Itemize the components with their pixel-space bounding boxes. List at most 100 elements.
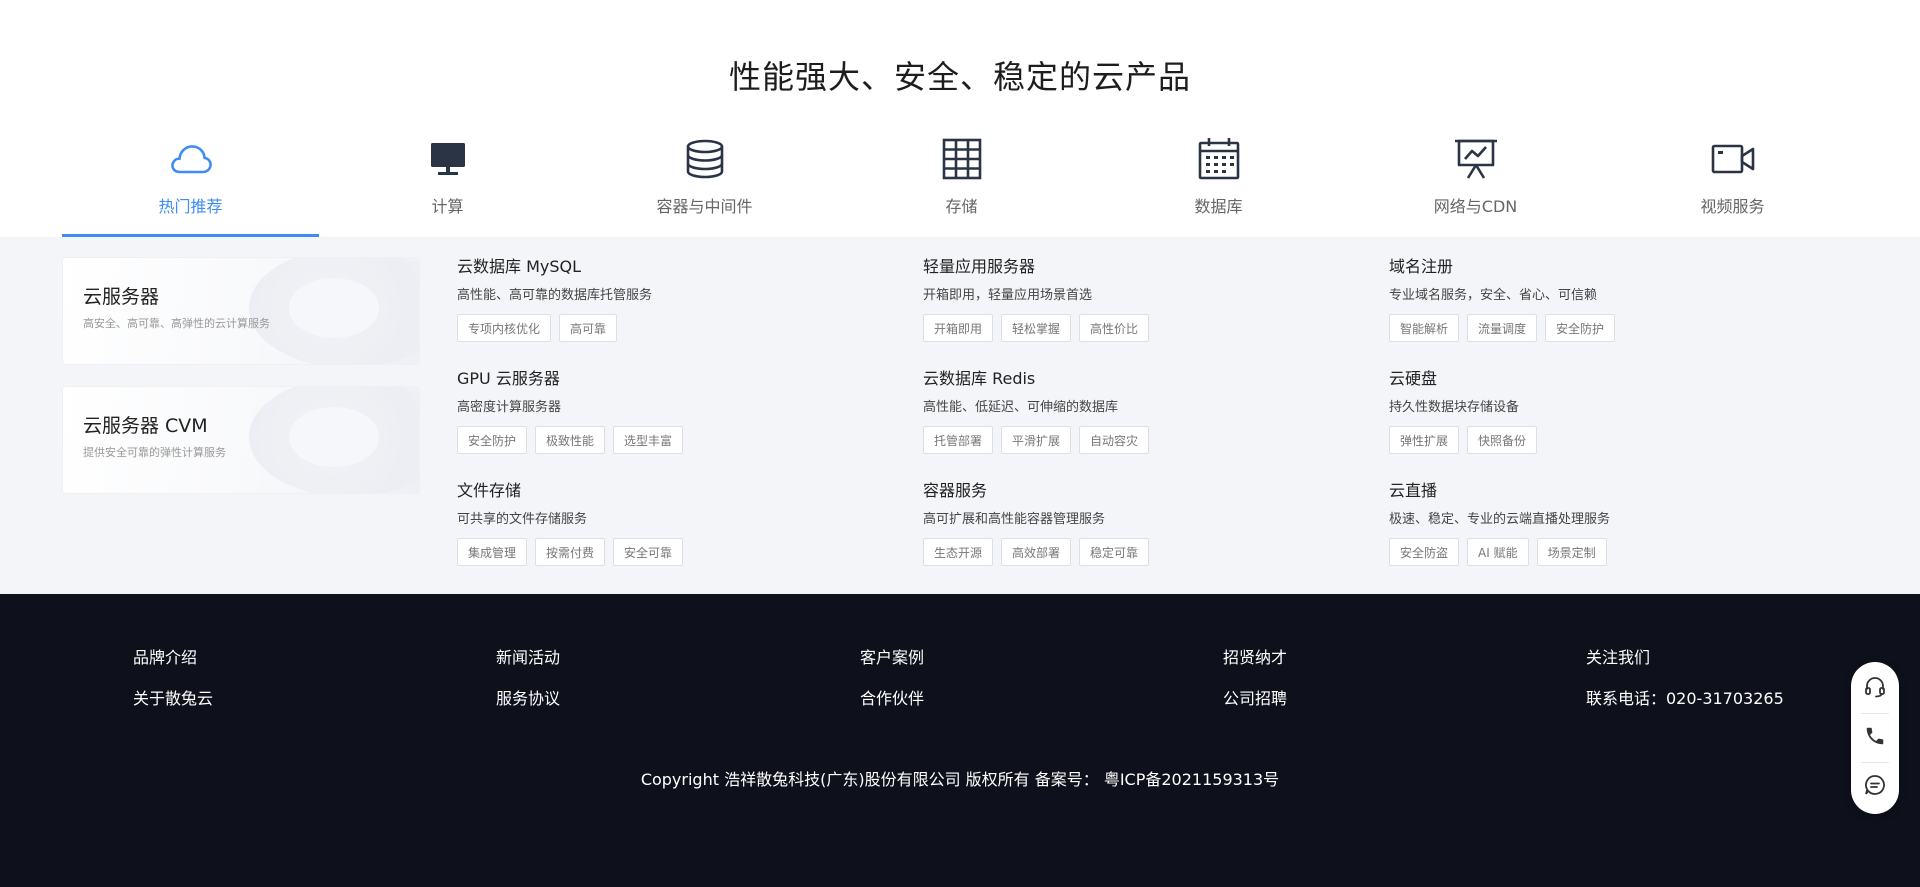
floating-contact-widget [1851, 662, 1899, 814]
product-tag[interactable]: 平滑扩展 [1001, 426, 1072, 454]
tab-label: 存储 [945, 197, 978, 216]
headset-icon [1863, 675, 1887, 703]
product-tag[interactable]: 生态开源 [923, 538, 994, 566]
product-tag[interactable]: 开箱即用 [923, 314, 994, 342]
footer-link-news[interactable]: 新闻活动 [496, 644, 560, 668]
product-tag[interactable]: 轻松掌握 [1001, 314, 1072, 342]
product-tag[interactable]: 流量调度 [1467, 314, 1538, 342]
product-tag[interactable]: 安全防护 [1545, 314, 1616, 342]
footer-link-follow-us[interactable]: 关注我们 [1586, 644, 1650, 668]
product-panel: 云服务器 高安全、高可靠、高弹性的云计算服务 云服务器 CVM 提供安全可靠的弹… [0, 237, 1920, 594]
footer: 品牌介绍 关于散兔云 新闻活动 服务协议 客户案例 合作伙伴 招贤纳才 公司招聘… [0, 594, 1920, 887]
copyright: Copyright 浩祥散兔科技(广东)股份有限公司 版权所有 备案号： 粤IC… [640, 770, 1280, 789]
grid-storage-icon [938, 135, 986, 183]
product-container-service: 容器服务 高可扩展和高性能容器管理服务 生态开源 高效部署 稳定可靠 [923, 480, 1343, 566]
phone-icon [1864, 725, 1886, 751]
footer-link-service-agreement[interactable]: 服务协议 [496, 685, 560, 709]
product-desc: 极速、稳定、专业的云端直播处理服务 [1389, 512, 1611, 527]
product-desc: 高性能、低延迟、可伸缩的数据库 [923, 400, 1119, 415]
tab-label: 数据库 [1194, 197, 1243, 216]
product-tag[interactable]: 托管部署 [923, 426, 994, 454]
product-name[interactable]: 云硬盘 [1389, 368, 1809, 390]
chat-button[interactable] [1851, 763, 1899, 811]
product-name[interactable]: 文件存储 [457, 480, 877, 502]
product-desc: 可共享的文件存储服务 [457, 512, 588, 527]
tab-label: 网络与CDN [1433, 197, 1518, 216]
tab-video-service[interactable]: 视频服务 [1604, 130, 1861, 237]
tab-hot-recommend[interactable]: 热门推荐 [62, 130, 319, 237]
product-desc: 专业域名服务，安全、省心、可信赖 [1389, 288, 1598, 303]
product-tag[interactable]: 高可靠 [559, 314, 618, 342]
customer-service-button[interactable] [1851, 665, 1899, 713]
feature-card-desc: 提供安全可靠的弹性计算服务 [83, 446, 226, 459]
feature-card-cloud-server[interactable]: 云服务器 高安全、高可靠、高弹性的云计算服务 [62, 257, 420, 365]
footer-link-careers[interactable]: 公司招聘 [1223, 685, 1287, 709]
page-title: 性能强大、安全、稳定的云产品 [728, 58, 1191, 96]
tab-storage[interactable]: 存储 [833, 130, 1090, 237]
footer-contact-phone: 联系电话：020-31703265 [1586, 689, 1784, 708]
product-tag[interactable]: 极致性能 [535, 426, 606, 454]
product-tag[interactable]: 场景定制 [1536, 538, 1607, 566]
product-desc: 持久性数据块存储设备 [1389, 400, 1520, 415]
tab-container-middleware[interactable]: 容器与中间件 [576, 130, 833, 237]
product-lightweight-server: 轻量应用服务器 开箱即用，轻量应用场景首选 开箱即用 轻松掌握 高性价比 [923, 256, 1343, 342]
footer-link-about[interactable]: 关于散兔云 [133, 685, 213, 709]
product-tag[interactable]: 快照备份 [1467, 426, 1538, 454]
products-header: 性能强大、安全、稳定的云产品 热门推荐 计算 容器与中间件 存储 数据库 网络与… [0, 0, 1920, 237]
product-domain-registration: 域名注册 专业域名服务，安全、省心、可信赖 智能解析 流量调度 安全防护 [1389, 256, 1809, 342]
product-tag[interactable]: 稳定可靠 [1079, 538, 1150, 566]
tab-compute[interactable]: 计算 [319, 130, 576, 237]
video-camera-icon [1709, 135, 1757, 183]
product-tag[interactable]: 安全可靠 [613, 538, 684, 566]
product-desc: 开箱即用，轻量应用场景首选 [923, 288, 1093, 303]
product-tag[interactable]: 选型丰富 [613, 426, 684, 454]
product-name[interactable]: GPU 云服务器 [457, 368, 877, 390]
monitor-icon [424, 135, 472, 183]
cloud-icon [167, 135, 215, 183]
presentation-chart-icon [1452, 135, 1500, 183]
product-name[interactable]: 域名注册 [1389, 256, 1809, 278]
product-name[interactable]: 云数据库 MySQL [457, 256, 877, 278]
product-gpu-server: GPU 云服务器 高密度计算服务器 安全防护 极致性能 选型丰富 [457, 368, 877, 454]
product-name[interactable]: 云直播 [1389, 480, 1809, 502]
footer-link-cases[interactable]: 客户案例 [860, 644, 924, 668]
product-name[interactable]: 轻量应用服务器 [923, 256, 1343, 278]
product-tag[interactable]: 高效部署 [1001, 538, 1072, 566]
product-tag[interactable]: 按需付费 [535, 538, 606, 566]
database-icon [681, 135, 729, 183]
product-tag[interactable]: 自动容灾 [1079, 426, 1150, 454]
footer-link-partners[interactable]: 合作伙伴 [860, 685, 924, 709]
product-tag[interactable]: 智能解析 [1389, 314, 1460, 342]
tab-label: 计算 [431, 197, 464, 216]
tab-network-cdn[interactable]: 网络与CDN [1347, 130, 1604, 237]
tab-label: 视频服务 [1700, 197, 1765, 216]
product-tag[interactable]: AI 赋能 [1467, 538, 1529, 566]
calendar-icon [1195, 135, 1243, 183]
chat-icon [1863, 773, 1887, 801]
phone-button[interactable] [1851, 714, 1899, 762]
feature-card-title: 云服务器 [83, 286, 160, 308]
product-desc: 高可扩展和高性能容器管理服务 [923, 512, 1106, 527]
footer-link-brand[interactable]: 品牌介绍 [133, 644, 197, 668]
product-cloud-disk: 云硬盘 持久性数据块存储设备 弹性扩展 快照备份 [1389, 368, 1809, 454]
product-mysql: 云数据库 MySQL 高性能、高可靠的数据库托管服务 专项内核优化 高可靠 [457, 256, 877, 342]
product-desc: 高密度计算服务器 [457, 400, 562, 415]
product-redis: 云数据库 Redis 高性能、低延迟、可伸缩的数据库 托管部署 平滑扩展 自动容… [923, 368, 1343, 454]
product-tag[interactable]: 集成管理 [457, 538, 528, 566]
product-name[interactable]: 云数据库 Redis [923, 368, 1343, 390]
feature-card-cvm[interactable]: 云服务器 CVM 提供安全可靠的弹性计算服务 [62, 386, 420, 494]
footer-link-talent[interactable]: 招贤纳才 [1223, 644, 1287, 668]
product-tag[interactable]: 安全防护 [457, 426, 528, 454]
tab-database[interactable]: 数据库 [1090, 130, 1347, 237]
tab-label: 容器与中间件 [656, 197, 753, 216]
product-desc: 高性能、高可靠的数据库托管服务 [457, 288, 653, 303]
product-name[interactable]: 容器服务 [923, 480, 1343, 502]
product-tag[interactable]: 弹性扩展 [1389, 426, 1460, 454]
category-tabs: 热门推荐 计算 容器与中间件 存储 数据库 网络与CDN 视频服务 [62, 130, 1862, 237]
product-tag[interactable]: 专项内核优化 [457, 314, 552, 342]
product-tag[interactable]: 安全防盗 [1389, 538, 1460, 566]
product-tag[interactable]: 高性价比 [1079, 314, 1150, 342]
product-live-streaming: 云直播 极速、稳定、专业的云端直播处理服务 安全防盗 AI 赋能 场景定制 [1389, 480, 1809, 566]
product-file-storage: 文件存储 可共享的文件存储服务 集成管理 按需付费 安全可靠 [457, 480, 877, 566]
feature-card-title: 云服务器 CVM [83, 415, 208, 437]
